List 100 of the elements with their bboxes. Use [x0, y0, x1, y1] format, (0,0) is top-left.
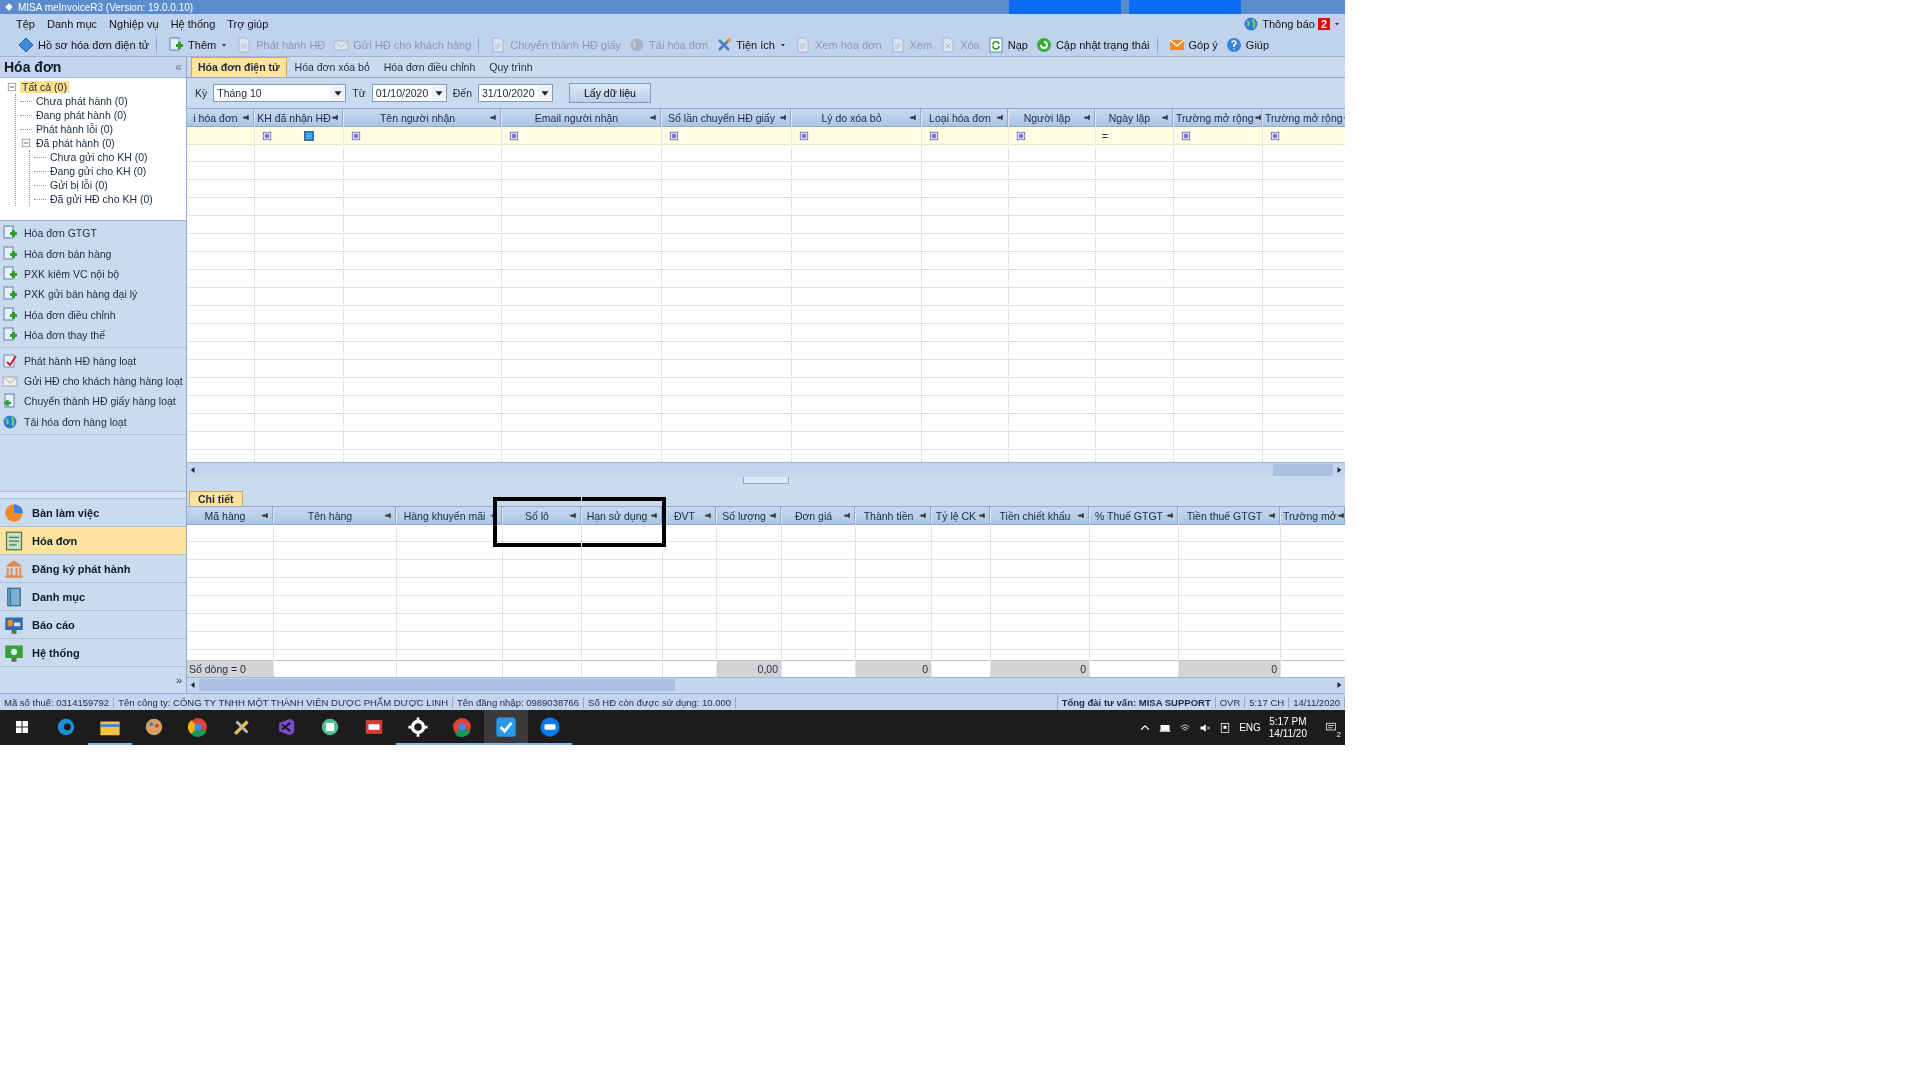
filter-cell[interactable] [187, 127, 254, 145]
column-header[interactable]: Tiền thuế GTGT [1179, 507, 1280, 525]
pin-icon[interactable] [489, 113, 498, 122]
toolbar-button[interactable]: Thêm [164, 36, 233, 54]
column-header[interactable]: Số lần chuyển HĐ giấy [662, 109, 791, 127]
menu-item[interactable]: Danh mục [40, 16, 104, 32]
language-indicator[interactable]: ENG [1239, 722, 1261, 733]
nav-button[interactable]: Báo cáo [0, 611, 186, 639]
pin-icon[interactable] [331, 113, 340, 122]
filter-cell[interactable] [662, 127, 791, 145]
pin-icon[interactable] [242, 113, 251, 122]
horizontal-scrollbar[interactable] [187, 677, 1345, 692]
pin-icon[interactable] [650, 511, 659, 520]
column-header[interactable]: Loại hóa đơn [922, 109, 1008, 127]
filter-icon[interactable] [1269, 129, 1281, 142]
filter-icon[interactable] [928, 129, 940, 142]
tab[interactable]: Hóa đơn điều chỉnh [377, 58, 482, 77]
filter-icon[interactable] [261, 129, 273, 142]
pin-icon[interactable] [1083, 113, 1092, 122]
column-header[interactable]: Người lập [1009, 109, 1095, 127]
device-icon[interactable] [1219, 721, 1232, 734]
pin-icon[interactable] [909, 113, 918, 122]
pin-icon[interactable] [978, 511, 987, 520]
pin-icon[interactable] [843, 511, 852, 520]
toolbar-button[interactable]: Hồ sơ hóa đơn điện tử [14, 36, 165, 54]
tab[interactable]: Hóa đơn xóa bỏ [288, 58, 376, 77]
column-header[interactable]: Ngày lập [1096, 109, 1173, 127]
date-field[interactable]: 01/10/2020 [371, 84, 447, 102]
date-field[interactable]: 31/10/2020 [478, 84, 553, 102]
action-link[interactable]: Hóa đơn thay thế [0, 324, 186, 346]
expander-icon[interactable] [20, 137, 32, 149]
pin-icon[interactable] [769, 511, 778, 520]
pin-icon[interactable] [1161, 113, 1170, 122]
fetch-data-button[interactable]: Lấy dữ liệu [569, 83, 651, 103]
filter-cell[interactable] [344, 127, 501, 145]
menu-item[interactable]: Nghiệp vụ [103, 16, 165, 32]
tree-item[interactable]: Đã phát hành (0) [34, 137, 117, 149]
pin-icon[interactable] [649, 113, 658, 122]
column-header[interactable]: Trường mở rộng [1263, 109, 1345, 127]
action-link[interactable]: Gửi HĐ cho khách hàng hàng loạt [0, 370, 186, 392]
action-link[interactable]: Chuyển thành HĐ giấy hàng loạt [0, 391, 186, 412]
toolbar-button[interactable]: Giúp [1221, 36, 1274, 54]
tree-item[interactable]: Chưa gửi cho KH (0) [48, 151, 150, 163]
column-header[interactable]: ĐVT [663, 507, 716, 525]
pin-icon[interactable] [779, 113, 788, 122]
column-header[interactable]: Hàng khuyến mãi [397, 507, 502, 525]
pin-icon[interactable] [704, 511, 713, 520]
clock-date[interactable]: 14/11/20 [1268, 727, 1307, 740]
filter-icon[interactable] [350, 129, 362, 142]
expander-icon[interactable] [6, 81, 18, 93]
tree-item[interactable]: Tất cả (0) [20, 81, 69, 93]
speaker-icon[interactable] [1199, 721, 1212, 734]
action-link[interactable]: Hóa đơn bán hàng [0, 243, 186, 264]
horizontal-scrollbar[interactable] [187, 462, 1345, 477]
column-header[interactable]: Tên người nhận [344, 109, 501, 127]
pin-icon[interactable] [996, 113, 1005, 122]
menu-item[interactable]: Trợ giúp [221, 16, 275, 32]
filter-cell[interactable] [502, 127, 661, 145]
toolbar-button[interactable]: Tiện ích [712, 36, 791, 54]
notifications-button[interactable]: Thông báo [1262, 18, 1315, 30]
tree-item[interactable]: Gửi bị lỗi (0) [48, 179, 110, 191]
period-dropdown[interactable]: Tháng 10 [213, 84, 347, 102]
tree-item[interactable]: Đang gửi cho KH (0) [48, 165, 149, 177]
pin-icon[interactable] [384, 511, 393, 520]
column-header[interactable]: Lý do xóa bỏ [792, 109, 921, 127]
scroll-thumb[interactable] [199, 679, 676, 691]
filter-cell[interactable] [1174, 127, 1262, 145]
nav-button[interactable]: Hệ thống [0, 639, 186, 667]
pin-icon[interactable] [1336, 511, 1344, 520]
column-header[interactable]: Số lượng [717, 507, 781, 525]
filter-icon[interactable] [668, 129, 680, 142]
pin-icon[interactable] [261, 511, 270, 520]
column-header[interactable]: % Thuế GTGT [1090, 507, 1178, 525]
column-header[interactable]: Tiền chiết khấu [991, 507, 1089, 525]
menu-item[interactable]: Hệ thống [164, 16, 222, 32]
toolbar-button[interactable]: Nạp [983, 36, 1032, 54]
toolbar-button[interactable]: Góp ý [1164, 36, 1222, 54]
column-header[interactable]: i hóa đơn [187, 109, 254, 127]
action-link[interactable]: PXK gửi bán hàng đại lý [0, 284, 186, 305]
filter-operator[interactable]: = [1102, 129, 1109, 142]
taskbar-button[interactable] [484, 710, 528, 745]
scroll-thumb[interactable] [1273, 464, 1333, 476]
checkbox[interactable] [303, 129, 315, 142]
pin-icon[interactable] [1077, 511, 1086, 520]
tab[interactable]: Chi tiết [189, 491, 243, 506]
column-header[interactable]: KH đã nhận HĐ [255, 109, 343, 127]
pin-icon[interactable] [1268, 511, 1277, 520]
column-header[interactable]: Hạn sử dụng [582, 507, 662, 525]
column-header[interactable]: Tên hàng [274, 507, 396, 525]
tree-item[interactable]: Đã gửi HĐ cho KH (0) [48, 193, 155, 205]
filter-icon[interactable] [1015, 129, 1027, 142]
tree-item[interactable]: Chưa phát hành (0) [34, 95, 130, 107]
filter-icon[interactable] [1180, 129, 1192, 142]
pin-icon[interactable] [1166, 511, 1175, 520]
action-link[interactable]: Phát hành HĐ hàng loạt [0, 350, 186, 371]
nav-button[interactable]: Danh mục [0, 583, 186, 611]
pin-icon[interactable] [919, 511, 928, 520]
nav-button[interactable]: Đăng ký phát hành [0, 555, 186, 583]
filter-cell[interactable] [1263, 127, 1345, 145]
filter-icon[interactable] [798, 129, 810, 142]
